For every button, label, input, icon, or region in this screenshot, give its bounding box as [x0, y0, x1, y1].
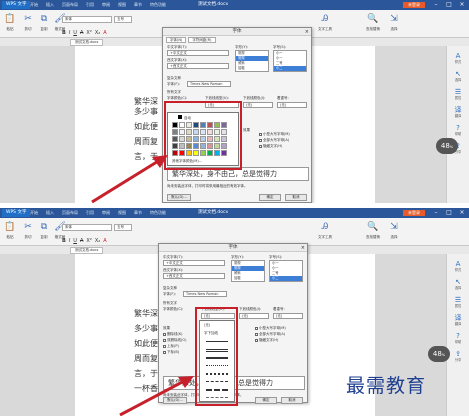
pointer-arrow: [91, 155, 168, 203]
screenshot-top: WPS 文字 开始 插入 页面布局 引用 审阅 视图 章节 特色功能 测试文档.…: [0, 0, 469, 203]
arrow-head: [152, 155, 168, 168]
watermark-text: 最需教育: [346, 375, 427, 397]
arrow-shaft: [91, 158, 161, 203]
arrow-shaft: [119, 378, 187, 416]
